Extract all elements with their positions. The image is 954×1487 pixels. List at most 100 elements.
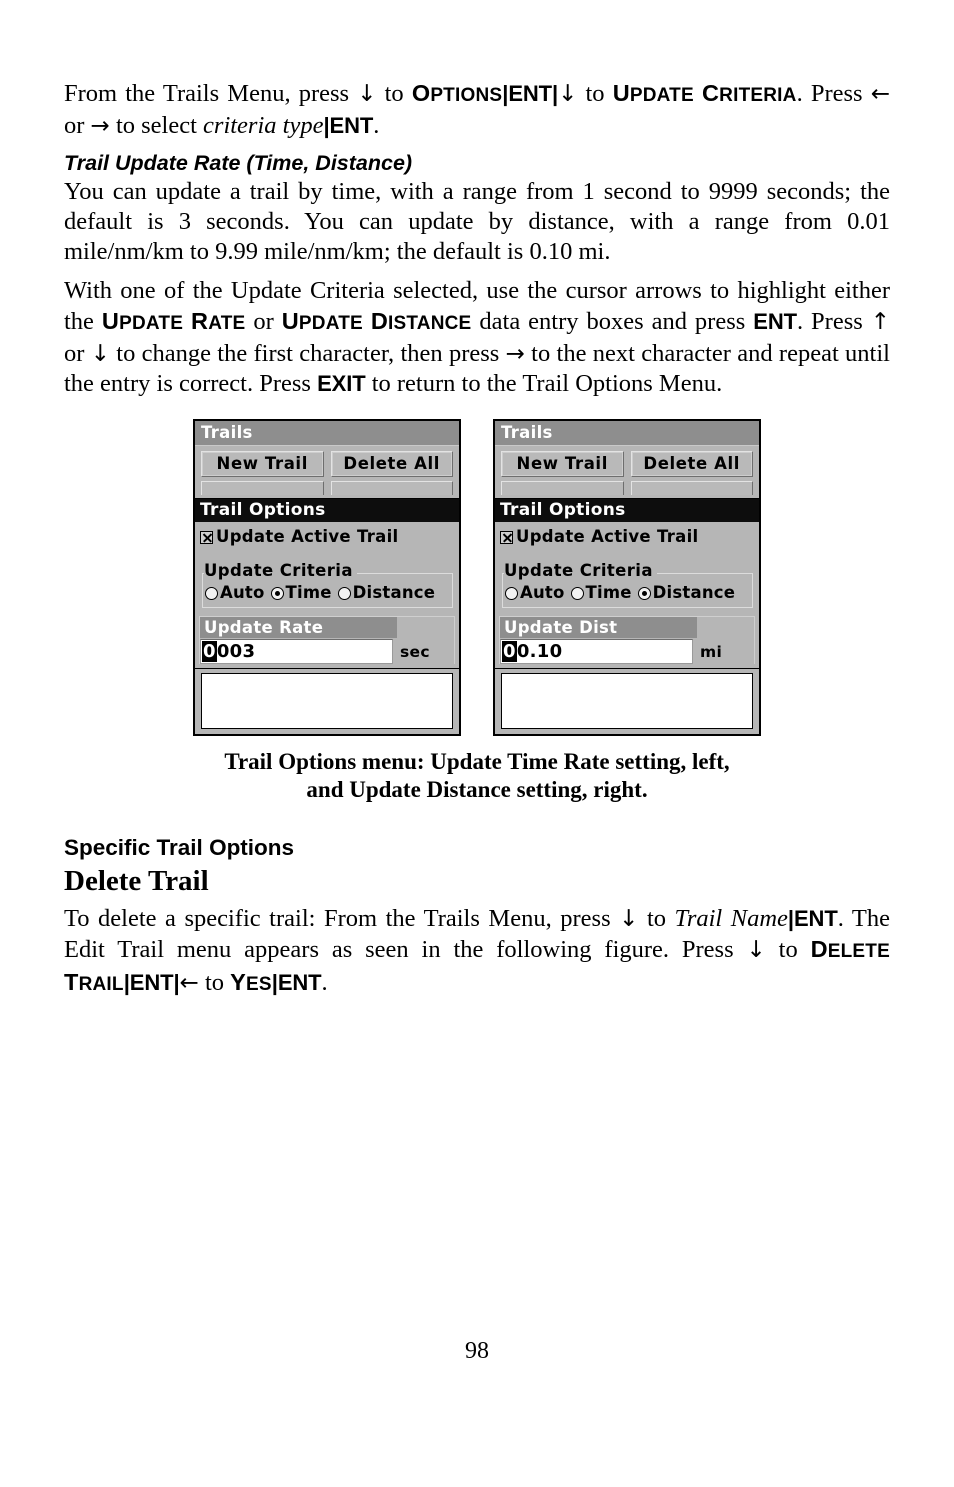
manual-page: From the Trails Menu, press ↓ to OPTIONS… xyxy=(0,0,954,1487)
criteria-text-4: . Press xyxy=(796,308,871,335)
keyword-distance-cap: D xyxy=(370,308,389,334)
keyword-rate-rest: ATE xyxy=(208,313,246,334)
update-dist-field-row: 0 0.10 mi xyxy=(500,638,754,664)
keyword-options-cap: O xyxy=(411,80,431,106)
lcd-bottom-area-left xyxy=(195,668,459,734)
delete-all-button[interactable]: Delete All xyxy=(330,451,453,477)
criteria-text-2: or xyxy=(245,308,282,335)
radio-distance[interactable]: Distance xyxy=(637,583,736,603)
radio-distance-label: Distance xyxy=(352,583,436,602)
update-dist-field-block: Update Dist 0 0.10 mi xyxy=(499,616,755,664)
delete-text-4: to xyxy=(765,936,811,963)
intro-text-4: Press xyxy=(802,80,871,107)
update-active-trail-row[interactable]: Update Active Trail xyxy=(195,522,459,547)
update-dist-value: 0.10 xyxy=(516,641,563,662)
update-active-trail-label: Update Active Trail xyxy=(216,527,399,546)
new-trail-button[interactable]: New Trail xyxy=(501,451,624,477)
keyword-trail: TRAIL xyxy=(64,969,124,995)
criteria-text-8: to return to the Trail Options Menu. xyxy=(365,370,723,397)
delete-all-button[interactable]: Delete All xyxy=(630,451,753,477)
lcd-screenshot-right: Trails New Trail Delete All Trail Option… xyxy=(493,419,761,736)
keyword-yes: YES xyxy=(230,969,272,995)
keyword-rate: RATE xyxy=(191,308,246,334)
intro-text-2: to xyxy=(376,80,412,107)
radio-auto-icon[interactable] xyxy=(505,586,518,600)
update-rate-input[interactable]: 0 003 xyxy=(200,639,394,664)
radio-auto[interactable]: Auto xyxy=(505,583,565,603)
arrow-left-icon: ← xyxy=(870,81,890,107)
update-rate-units: sec xyxy=(400,642,430,661)
keyword-options-rest: PTIONS xyxy=(430,85,503,106)
keyword-delete-cap: D xyxy=(810,936,828,962)
key-ent: ENT xyxy=(753,309,797,334)
key-ent: ENT xyxy=(508,81,553,106)
keyword-update-rest: PDATE xyxy=(119,313,184,334)
intro-text-3: to xyxy=(577,80,613,107)
keyword-distance: DISTANCE xyxy=(371,308,472,334)
lcd-bottom-blank-left xyxy=(201,673,453,729)
radio-time-icon[interactable] xyxy=(570,586,584,600)
radio-auto[interactable]: Auto xyxy=(205,583,265,603)
intro-text-6: to select xyxy=(109,112,204,139)
arrow-down-icon: ↓ xyxy=(357,81,377,107)
arrow-right-icon: → xyxy=(505,341,525,367)
new-trail-button[interactable]: New Trail xyxy=(201,451,324,477)
update-criteria-legend: Update Criteria xyxy=(204,561,357,581)
keyword-criteria-cap: C xyxy=(702,80,720,106)
keyword-yes-cap: Y xyxy=(230,969,246,995)
trail-options-panel: Trail Options Update Active Trail Update… xyxy=(495,498,759,668)
paragraph-update-rate: You can update a trail by time, with a r… xyxy=(64,178,890,265)
lcd-button-row-partial xyxy=(495,477,759,495)
period: . xyxy=(321,969,328,996)
radio-distance[interactable]: Distance xyxy=(337,583,436,603)
keyword-update-cap: U xyxy=(612,80,630,106)
key-exit: EXIT xyxy=(317,371,366,396)
radio-auto-label: Auto xyxy=(520,583,565,602)
arrow-down-icon: ↓ xyxy=(746,937,766,963)
update-criteria-group: Update Criteria Auto Time Distance xyxy=(202,561,453,608)
update-active-trail-checkbox-icon[interactable] xyxy=(200,530,213,544)
criteria-text-5: or xyxy=(64,340,91,367)
italic-criteria-type: criteria type xyxy=(203,112,324,139)
radio-time[interactable]: Time xyxy=(270,583,332,603)
keyword-delete-rest: ELETE xyxy=(827,941,890,962)
hidden-button-left[interactable] xyxy=(501,481,624,495)
hidden-button-right[interactable] xyxy=(330,481,453,495)
update-active-trail-row[interactable]: Update Active Trail xyxy=(495,522,759,547)
radio-time[interactable]: Time xyxy=(570,583,632,603)
lcd-button-row: New Trail Delete All xyxy=(195,446,459,477)
period: . xyxy=(373,112,380,139)
radio-distance-icon[interactable] xyxy=(337,586,351,600)
arrow-right-icon: → xyxy=(90,113,110,139)
figure-caption: Trail Options menu: Update Time Rate set… xyxy=(64,748,890,804)
radio-distance-icon[interactable] xyxy=(637,586,651,600)
keyword-rate-cap: R xyxy=(191,308,209,334)
criteria-text-6: to change the first character, then pres… xyxy=(109,340,506,367)
hidden-button-left[interactable] xyxy=(201,481,324,495)
paragraph-intro: From the Trails Menu, press ↓ to OPTIONS… xyxy=(64,78,890,141)
lcd-title-trails: Trails xyxy=(495,421,759,446)
delete-text-1: To delete a specific trail: From the Tra… xyxy=(64,905,620,932)
radio-time-icon[interactable] xyxy=(270,586,284,600)
keyword-update-cap: U xyxy=(101,308,120,334)
paragraph-update-criteria: With one of the Update Criteria selected… xyxy=(64,276,890,399)
keyword-criteria-rest: RITERIA xyxy=(719,85,797,106)
keyword-update2-rest: PDATE xyxy=(298,313,363,334)
hidden-button-right[interactable] xyxy=(630,481,753,495)
key-ent: ENT xyxy=(277,970,322,995)
figure-screenshots: Trails New Trail Delete All Trail Option… xyxy=(64,419,890,736)
keyword-update: UPDATE xyxy=(102,308,184,334)
keyword-update2-cap: U xyxy=(281,308,299,334)
radio-auto-icon[interactable] xyxy=(205,586,218,600)
trail-options-header: Trail Options xyxy=(495,499,759,522)
keyword-delete: DELETE xyxy=(811,936,890,962)
keyword-update: UPDATE xyxy=(613,80,694,106)
paragraph-delete-trail: To delete a specific trail: From the Tra… xyxy=(64,904,890,1000)
update-dist-input[interactable]: 0 0.10 xyxy=(500,639,694,664)
update-rate-label: Update Rate xyxy=(200,617,398,638)
update-active-trail-checkbox-icon[interactable] xyxy=(500,530,513,544)
keyword-trail-cap: T xyxy=(64,969,79,995)
update-criteria-group: Update Criteria Auto Time Distance xyxy=(502,561,753,608)
keyword-update-2: UPDATE xyxy=(282,308,363,334)
